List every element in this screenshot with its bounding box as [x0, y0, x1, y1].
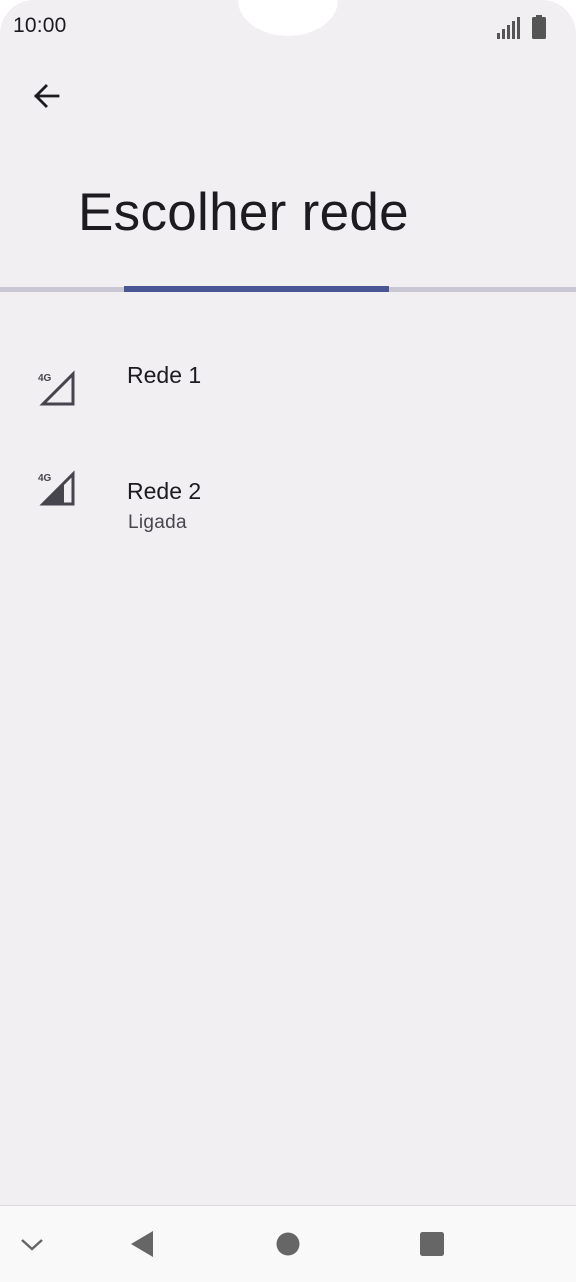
- svg-text:4G: 4G: [38, 373, 52, 384]
- battery-icon: [532, 15, 546, 44]
- network-item-rede-2[interactable]: 4G Rede 2 Ligada: [0, 430, 576, 534]
- 4g-signal-partial-icon: 4G: [36, 470, 78, 510]
- back-button[interactable]: [22, 74, 70, 122]
- home-circle-icon: [275, 1231, 301, 1262]
- hide-keyboard-button[interactable]: [12, 1226, 52, 1266]
- status-icons: [496, 15, 546, 44]
- network-name: Rede 2: [127, 478, 202, 504]
- svg-text:4G: 4G: [38, 473, 52, 484]
- nav-recents-button[interactable]: [412, 1226, 452, 1266]
- network-status: Ligada: [128, 512, 187, 533]
- status-time: 10:00: [13, 14, 67, 37]
- 4g-signal-outline-icon: 4G: [36, 370, 78, 410]
- camera-notch: [238, 0, 338, 36]
- page-title: Escolher rede: [78, 183, 409, 242]
- nav-home-button[interactable]: [268, 1226, 308, 1266]
- network-item-rede-1[interactable]: 4G Rede 1: [0, 322, 576, 426]
- signal-icon: [496, 17, 522, 44]
- chevron-down-icon: [20, 1236, 44, 1257]
- network-name: Rede 1: [127, 362, 202, 388]
- progress-indicator: [124, 286, 389, 292]
- nav-back-button[interactable]: [122, 1226, 162, 1266]
- back-triangle-icon: [129, 1230, 155, 1263]
- navigation-bar: [0, 1205, 576, 1282]
- recents-square-icon: [419, 1231, 445, 1262]
- arrow-left-icon: [31, 81, 61, 116]
- screen: 10:00 Escolher rede 4G Rede 1 4G Rede 2 …: [0, 0, 576, 1282]
